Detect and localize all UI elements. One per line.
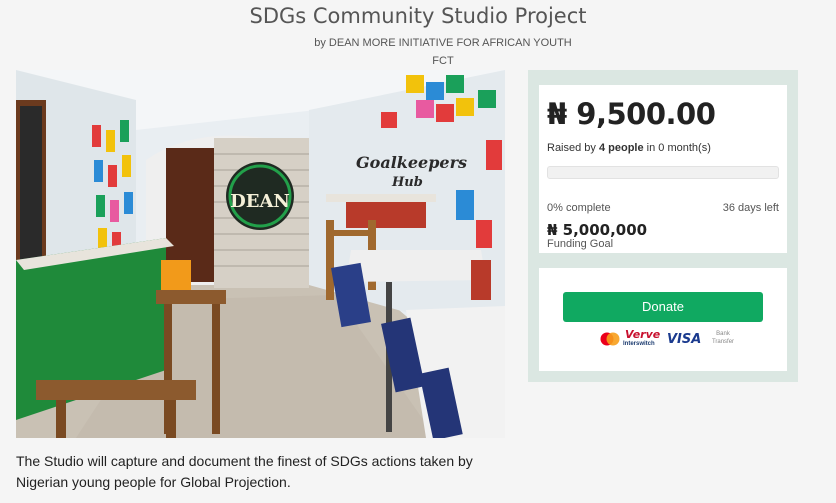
project-photo: DEAN Goalkeepers Hub [16, 70, 505, 438]
page-title: SDGs Community Studio Project [249, 4, 587, 28]
project-byline[interactable]: by DEAN MORE INITIATIVE FOR AFRICAN YOUT… [0, 37, 836, 49]
project-description: The Studio will capture and document the… [16, 453, 473, 490]
funding-summary-card: ₦ 9,500.00 Raised by 4 people in 0 month… [539, 85, 787, 253]
amount-raised: ₦ 9,500.00 [547, 97, 716, 131]
donate-button[interactable]: Donate [563, 292, 763, 322]
verve-logo: Verve [625, 328, 661, 341]
funding-progress-bar [547, 166, 779, 179]
visa-logo: VISA [667, 332, 702, 347]
raised-by-text: Raised by 4 people in 0 month(s) [547, 142, 711, 154]
dean-sign-text: DEAN [230, 191, 290, 212]
bank-transfer-label: Bank Transfer [711, 331, 735, 345]
donate-card: Donate Verve Interswitch VISA Bank Trans… [539, 268, 787, 371]
raised-prefix: Raised by [547, 142, 599, 154]
goal-amount: ₦ 5,000,000 [547, 221, 648, 239]
raised-suffix: in 0 month(s) [643, 142, 711, 154]
project-location: FCT [432, 55, 454, 67]
funding-sidebar: ₦ 9,500.00 Raised by 4 people in 0 month… [528, 70, 798, 382]
donor-count: 4 people [598, 142, 644, 154]
percent-complete: 0% complete [547, 202, 611, 214]
wall-text-hub: Hub [391, 175, 423, 190]
mastercard-icon [600, 332, 620, 346]
days-left: 36 days left [722, 202, 779, 214]
payment-methods: Verve Interswitch VISA Bank Transfer [599, 328, 739, 350]
interswitch-logo: Interswitch [623, 341, 655, 347]
wall-text-goalkeepers: Goalkeepers [356, 153, 467, 172]
goal-label: Funding Goal [547, 238, 614, 250]
